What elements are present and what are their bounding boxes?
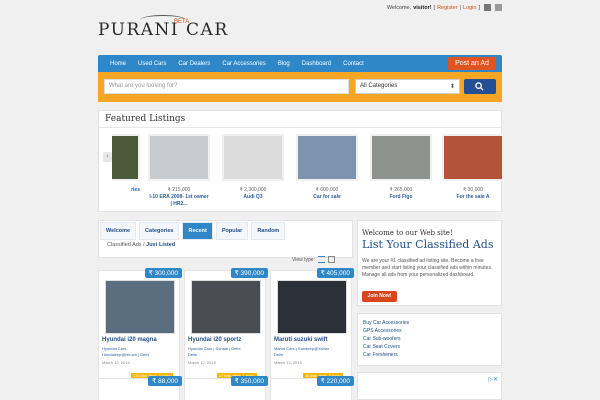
listing-card[interactable]: ₹ 220,000 [270, 376, 354, 400]
tab-random[interactable]: Random [251, 222, 286, 240]
login-link[interactable]: Login [463, 5, 476, 11]
welcome-user: visitor! [413, 4, 432, 11]
listing-date: March 12, 2019 [188, 360, 216, 365]
listing-price: ₹ 300,000 [144, 268, 182, 278]
featured-thumb [148, 134, 210, 181]
sidebar-link[interactable]: Car Fresheners [363, 351, 409, 359]
view-type-label: View type: [292, 256, 315, 263]
listing-card[interactable]: ₹ 350,000 [184, 376, 268, 400]
listing-price: ₹ 220,000 [316, 376, 354, 386]
top-bar: Welcome, visitor! [ Register | Login ] [387, 4, 502, 11]
listing-price: ₹ 350,000 [230, 376, 268, 386]
listing-date: March 12, 2019 [274, 360, 302, 365]
link-list: Buy Car Accessories GPS Accessories Car … [363, 319, 409, 359]
listing-title[interactable]: Maruti suzuki swift [274, 337, 328, 343]
tab-bar: Welcome Categories Recent Popular Random [100, 222, 286, 240]
listing-thumb[interactable] [277, 280, 347, 334]
listing-price: ₹ 405,000 [316, 268, 354, 278]
tab-popular[interactable]: Popular [215, 222, 249, 240]
listing-price: ₹ 390,000 [230, 268, 268, 278]
featured-thumb [296, 134, 358, 181]
featured-title: Featured Listings [105, 114, 186, 124]
post-ad-button[interactable]: Post an Ad [448, 57, 496, 70]
logo-beta-badge: BETA [174, 19, 190, 25]
tab-categories[interactable]: Categories [139, 222, 180, 240]
chevron-down-icon: ⬍ [449, 84, 455, 90]
list-view-icon[interactable] [317, 256, 325, 263]
listing-date: March 12, 2019 [102, 360, 130, 365]
search-icon [475, 82, 484, 91]
featured-thumb [442, 134, 504, 181]
welcome-subtitle: List Your Classified Ads [362, 238, 494, 251]
register-link[interactable]: Register [437, 5, 457, 11]
listing-meta: Maruti Cars | Sandeep@Yahoo Delhi [274, 346, 330, 357]
featured-card[interactable]: ₹ 600,000 Car for sale [296, 134, 358, 201]
sidebar-link[interactable]: GPS Accessories [363, 327, 409, 335]
listing-card[interactable]: ₹ 390,000 Hyundai i20 sportz Hyundai Car… [184, 268, 268, 383]
listing-title[interactable]: Hyundai i20 magna [102, 337, 157, 343]
nav-items: Home Used Cars Car Dealers Car Accessori… [104, 55, 370, 72]
featured-thumb [222, 134, 284, 181]
breadcrumb-current: Just Listed [146, 242, 176, 248]
carousel-prev-icon[interactable]: ‹ [103, 152, 112, 162]
category-select[interactable]: All Categories ⬍ [355, 79, 460, 94]
listing-meta: Hyundai Cars | Sohaib | Delhi Delhi [188, 346, 241, 357]
nav-car-dealers[interactable]: Car Dealers [172, 61, 216, 67]
ad-widget: ▷✕ [357, 372, 502, 400]
listing-meta: Hyundai Cars Hondaleep@Hiruch | Delhi [102, 346, 150, 357]
sidebar-link[interactable]: Car Sub-woofers [363, 335, 409, 343]
nav-home[interactable]: Home [104, 61, 132, 67]
welcome-title: Welcome to our Web site! [362, 229, 453, 237]
breadcrumb-parent[interactable]: Classified Ads [107, 242, 142, 248]
tab-recent[interactable]: Recent [182, 222, 213, 240]
category-select-value: All Categories [360, 83, 398, 89]
nav-contact[interactable]: Contact [337, 61, 370, 67]
featured-card[interactable]: ₹ 265,000 Ford Figo [370, 134, 432, 201]
ad-choices-icon[interactable]: ▷✕ [488, 376, 498, 383]
nav-used-cars[interactable]: Used Cars [132, 61, 172, 67]
breadcrumb: Classified Ads / Just Listed [107, 242, 176, 248]
nav-car-accessories[interactable]: Car Accessories [216, 61, 271, 67]
listing-title[interactable]: Hyundai i20 sportz [188, 337, 241, 343]
nav-blog[interactable]: Blog [272, 61, 296, 67]
search-input[interactable]: What are you looking for? [104, 79, 349, 94]
featured-card[interactable]: ₹ 2,300,000 Audi Q3 [222, 134, 284, 201]
join-now-button[interactable]: Join Now! [362, 291, 397, 302]
listing-price: ₹ 88,000 [148, 376, 182, 386]
listing-card[interactable]: ₹ 405,000 Maruti suzuki swift Maruti Car… [270, 268, 354, 383]
listing-card[interactable]: ₹ 88,000 [98, 376, 182, 400]
grid-view-icon[interactable] [327, 256, 335, 263]
listing-thumb[interactable] [105, 280, 175, 334]
search-button[interactable] [464, 79, 496, 94]
listing-card[interactable]: ₹ 300,000 Hyundai i20 magna Hyundai Cars… [98, 268, 182, 383]
facebook-icon[interactable] [495, 4, 502, 11]
sidebar-link[interactable]: Car Seat Covers [363, 343, 409, 351]
featured-card[interactable]: ₹ 30,000 For the sale A [442, 134, 504, 201]
tab-welcome[interactable]: Welcome [100, 222, 137, 240]
divider [98, 127, 502, 128]
welcome-text: Welcome, [386, 4, 412, 11]
listing-thumb[interactable] [191, 280, 261, 334]
site-logo[interactable]: PURANI CAR [98, 20, 229, 40]
featured-card[interactable]: ₹ 215,000 I-10 ERA 2008- 1st owner | HR2… [148, 134, 210, 208]
rss-icon[interactable] [484, 4, 491, 11]
welcome-body: We are your #1 classified ad listing sit… [362, 258, 493, 278]
view-type: View type: [292, 256, 335, 263]
featured-thumb [370, 134, 432, 181]
sidebar-link[interactable]: Buy Car Accessories [363, 319, 409, 327]
nav-dashboard[interactable]: Dashboard [296, 61, 337, 67]
